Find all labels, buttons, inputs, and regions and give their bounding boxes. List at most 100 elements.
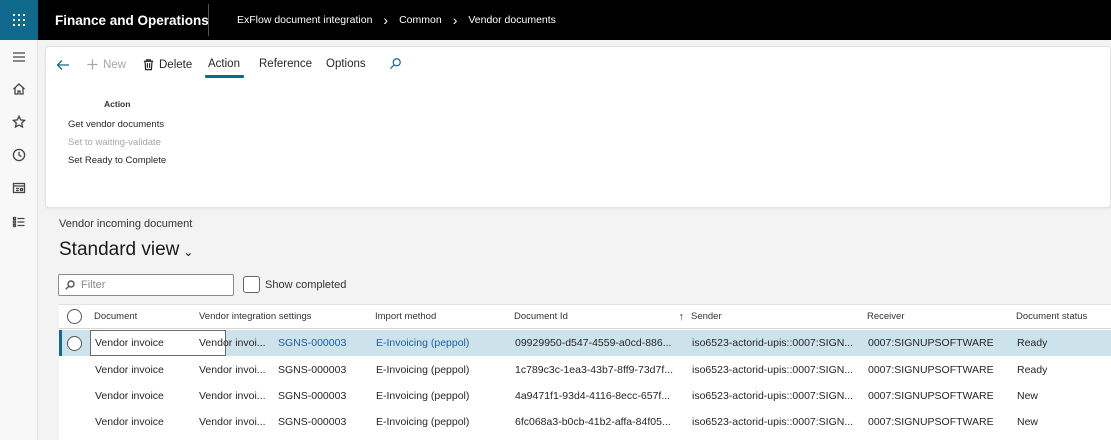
cell-document-id: 6fc068a3-b0cb-41b2-affa-84f05... bbox=[515, 416, 671, 428]
cell-document: Vendor invoice bbox=[95, 337, 164, 349]
cell-document: Vendor invoice bbox=[95, 364, 164, 376]
cell-import-method: E-Invoicing (peppol) bbox=[376, 390, 470, 402]
cell-sender: iso6523-actorid-upis::0007:SIGN... bbox=[692, 364, 854, 376]
navigation-rail bbox=[0, 40, 38, 440]
chevron-right-icon: › bbox=[452, 12, 458, 28]
set-ready-to-complete-button[interactable]: Set Ready to Complete bbox=[68, 155, 166, 166]
cell-receiver: 0007:SIGNUPSOFTWARE bbox=[868, 416, 994, 428]
clock-icon[interactable] bbox=[11, 147, 27, 163]
star-icon[interactable] bbox=[11, 114, 27, 130]
chevron-down-icon: ⌄ bbox=[183, 245, 194, 259]
column-header-vendor-integration-settings[interactable]: Vendor integration settings bbox=[199, 305, 312, 328]
tab-reference[interactable]: Reference bbox=[259, 58, 312, 70]
cell-document-status: New bbox=[1017, 416, 1039, 428]
view-selector[interactable]: Standard view ⌄ bbox=[59, 239, 193, 261]
top-bar: Finance and Operations ExFlow document i… bbox=[0, 0, 1111, 40]
cell-document-id: 1c789c3c-1ea3-43b7-8ff9-73d7f... bbox=[515, 364, 674, 376]
list-icon[interactable] bbox=[11, 214, 27, 230]
table-row[interactable]: Vendor invoice Vendor invoi... SGNS-0000… bbox=[59, 330, 1111, 356]
waffle-icon bbox=[13, 14, 25, 26]
show-completed-label: Show completed bbox=[265, 278, 347, 291]
active-tab-indicator bbox=[205, 75, 244, 78]
plus-icon bbox=[87, 59, 98, 70]
chevron-right-icon: › bbox=[383, 12, 389, 28]
breadcrumb: ExFlow document integration › Common › V… bbox=[237, 12, 556, 28]
breadcrumb-item-module[interactable]: ExFlow document integration bbox=[237, 14, 372, 26]
action-pane bbox=[45, 46, 1111, 208]
back-arrow-icon bbox=[56, 60, 69, 70]
column-header-document-id-label: Document Id bbox=[514, 311, 568, 322]
cell-receiver: 0007:SIGNUPSOFTWARE bbox=[868, 337, 994, 349]
trash-icon bbox=[143, 59, 154, 71]
cell-vendor-integration-settings: Vendor invoi... bbox=[199, 337, 266, 349]
cell-vendor-integration-settings: Vendor invoi... bbox=[199, 390, 266, 402]
cell-document-id: 09929950-d547-4559-a0cd-886... bbox=[515, 337, 672, 349]
hamburger-icon[interactable] bbox=[11, 49, 27, 65]
column-header-import-method[interactable]: Import method bbox=[375, 305, 436, 328]
cell-vendor-integration-settings: Vendor invoi... bbox=[199, 416, 266, 428]
cell-document-id: 4a9471f1-93d4-4116-8ecc-657f... bbox=[515, 390, 671, 402]
app-launcher-button[interactable] bbox=[0, 0, 38, 40]
cell-import-method-link[interactable]: E-Invoicing (peppol) bbox=[376, 330, 469, 356]
app-title[interactable]: Finance and Operations bbox=[55, 13, 209, 28]
cell-document: Vendor invoice bbox=[95, 416, 164, 428]
cell-vendor-integration-link[interactable]: SGNS-000003 bbox=[278, 330, 346, 356]
column-header-document[interactable]: Document bbox=[94, 305, 137, 328]
home-icon[interactable] bbox=[11, 81, 27, 97]
column-header-receiver[interactable]: Receiver bbox=[867, 305, 905, 328]
action-group-title: Action bbox=[104, 99, 131, 109]
filter-box bbox=[58, 274, 234, 296]
view-name: Standard view bbox=[59, 239, 180, 260]
filter-search-icon bbox=[65, 280, 75, 290]
cell-import-method: E-Invoicing (peppol) bbox=[376, 416, 470, 428]
search-icon bbox=[389, 58, 401, 70]
cell-vendor-integration-settings: Vendor invoi... bbox=[199, 364, 266, 376]
cell-sender: iso6523-actorid-upis::0007:SIGN... bbox=[692, 390, 854, 402]
table-row[interactable]: Vendor invoice Vendor invoi... SGNS-0000… bbox=[59, 357, 1111, 383]
new-button[interactable]: New bbox=[86, 58, 126, 71]
cell-vendor-integration-id: SGNS-000003 bbox=[278, 390, 347, 402]
show-completed-checkbox[interactable] bbox=[243, 276, 260, 293]
cell-document-status: New bbox=[1017, 390, 1039, 402]
back-button[interactable] bbox=[56, 58, 70, 72]
cell-sender: iso6523-actorid-upis::0007:SIGN... bbox=[692, 337, 854, 349]
cell-document: Vendor invoice bbox=[95, 390, 164, 402]
cell-receiver: 0007:SIGNUPSOFTWARE bbox=[868, 390, 994, 402]
workspace-icon[interactable] bbox=[11, 180, 27, 196]
tab-action-label: Action bbox=[208, 58, 240, 70]
vendor-documents-grid: Document Vendor integration settings Imp… bbox=[59, 304, 1111, 440]
filter-input[interactable] bbox=[81, 279, 221, 291]
tab-reference-label: Reference bbox=[259, 58, 313, 70]
search-button[interactable] bbox=[389, 57, 402, 70]
select-all-radio[interactable] bbox=[67, 305, 82, 328]
cell-import-method: E-Invoicing (peppol) bbox=[376, 364, 470, 376]
top-divider bbox=[208, 4, 209, 36]
cell-vendor-integration-id: SGNS-000003 bbox=[278, 416, 347, 428]
column-header-document-status[interactable]: Document status bbox=[1016, 305, 1087, 328]
tab-options[interactable]: Options bbox=[326, 58, 366, 70]
tab-action[interactable]: Action bbox=[208, 58, 240, 70]
cell-receiver: 0007:SIGNUPSOFTWARE bbox=[868, 364, 994, 376]
delete-button[interactable]: Delete bbox=[142, 58, 192, 71]
delete-button-label: Delete bbox=[159, 58, 193, 71]
new-button-label: New bbox=[103, 58, 127, 71]
grid-header-row: Document Vendor integration settings Imp… bbox=[59, 305, 1111, 329]
row-select-radio[interactable] bbox=[67, 330, 82, 356]
breadcrumb-item-common[interactable]: Common bbox=[399, 14, 442, 26]
show-completed-toggle[interactable]: Show completed bbox=[243, 276, 346, 293]
table-row[interactable]: Vendor invoice Vendor invoi... SGNS-0000… bbox=[59, 383, 1111, 409]
tab-options-label: Options bbox=[326, 58, 366, 70]
breadcrumb-item-page[interactable]: Vendor documents bbox=[468, 14, 556, 26]
get-vendor-documents-button[interactable]: Get vendor documents bbox=[68, 119, 164, 130]
cell-document-status: Ready bbox=[1017, 337, 1048, 349]
table-row[interactable]: Vendor invoice Vendor invoi... SGNS-0000… bbox=[59, 409, 1111, 435]
column-header-document-id[interactable]: Document Id ↑ bbox=[514, 305, 684, 328]
cell-document-status: Ready bbox=[1017, 364, 1048, 376]
set-waiting-validate-button[interactable]: Set to waiting-validate bbox=[68, 137, 161, 148]
page-caption: Vendor incoming document bbox=[59, 218, 193, 230]
column-header-sender[interactable]: Sender bbox=[691, 305, 722, 328]
selected-row-indicator bbox=[59, 330, 62, 356]
cell-sender: iso6523-actorid-upis::0007:SIGN... bbox=[692, 416, 854, 428]
sort-ascending-icon: ↑ bbox=[678, 310, 685, 323]
cell-vendor-integration-id: SGNS-000003 bbox=[278, 364, 347, 376]
